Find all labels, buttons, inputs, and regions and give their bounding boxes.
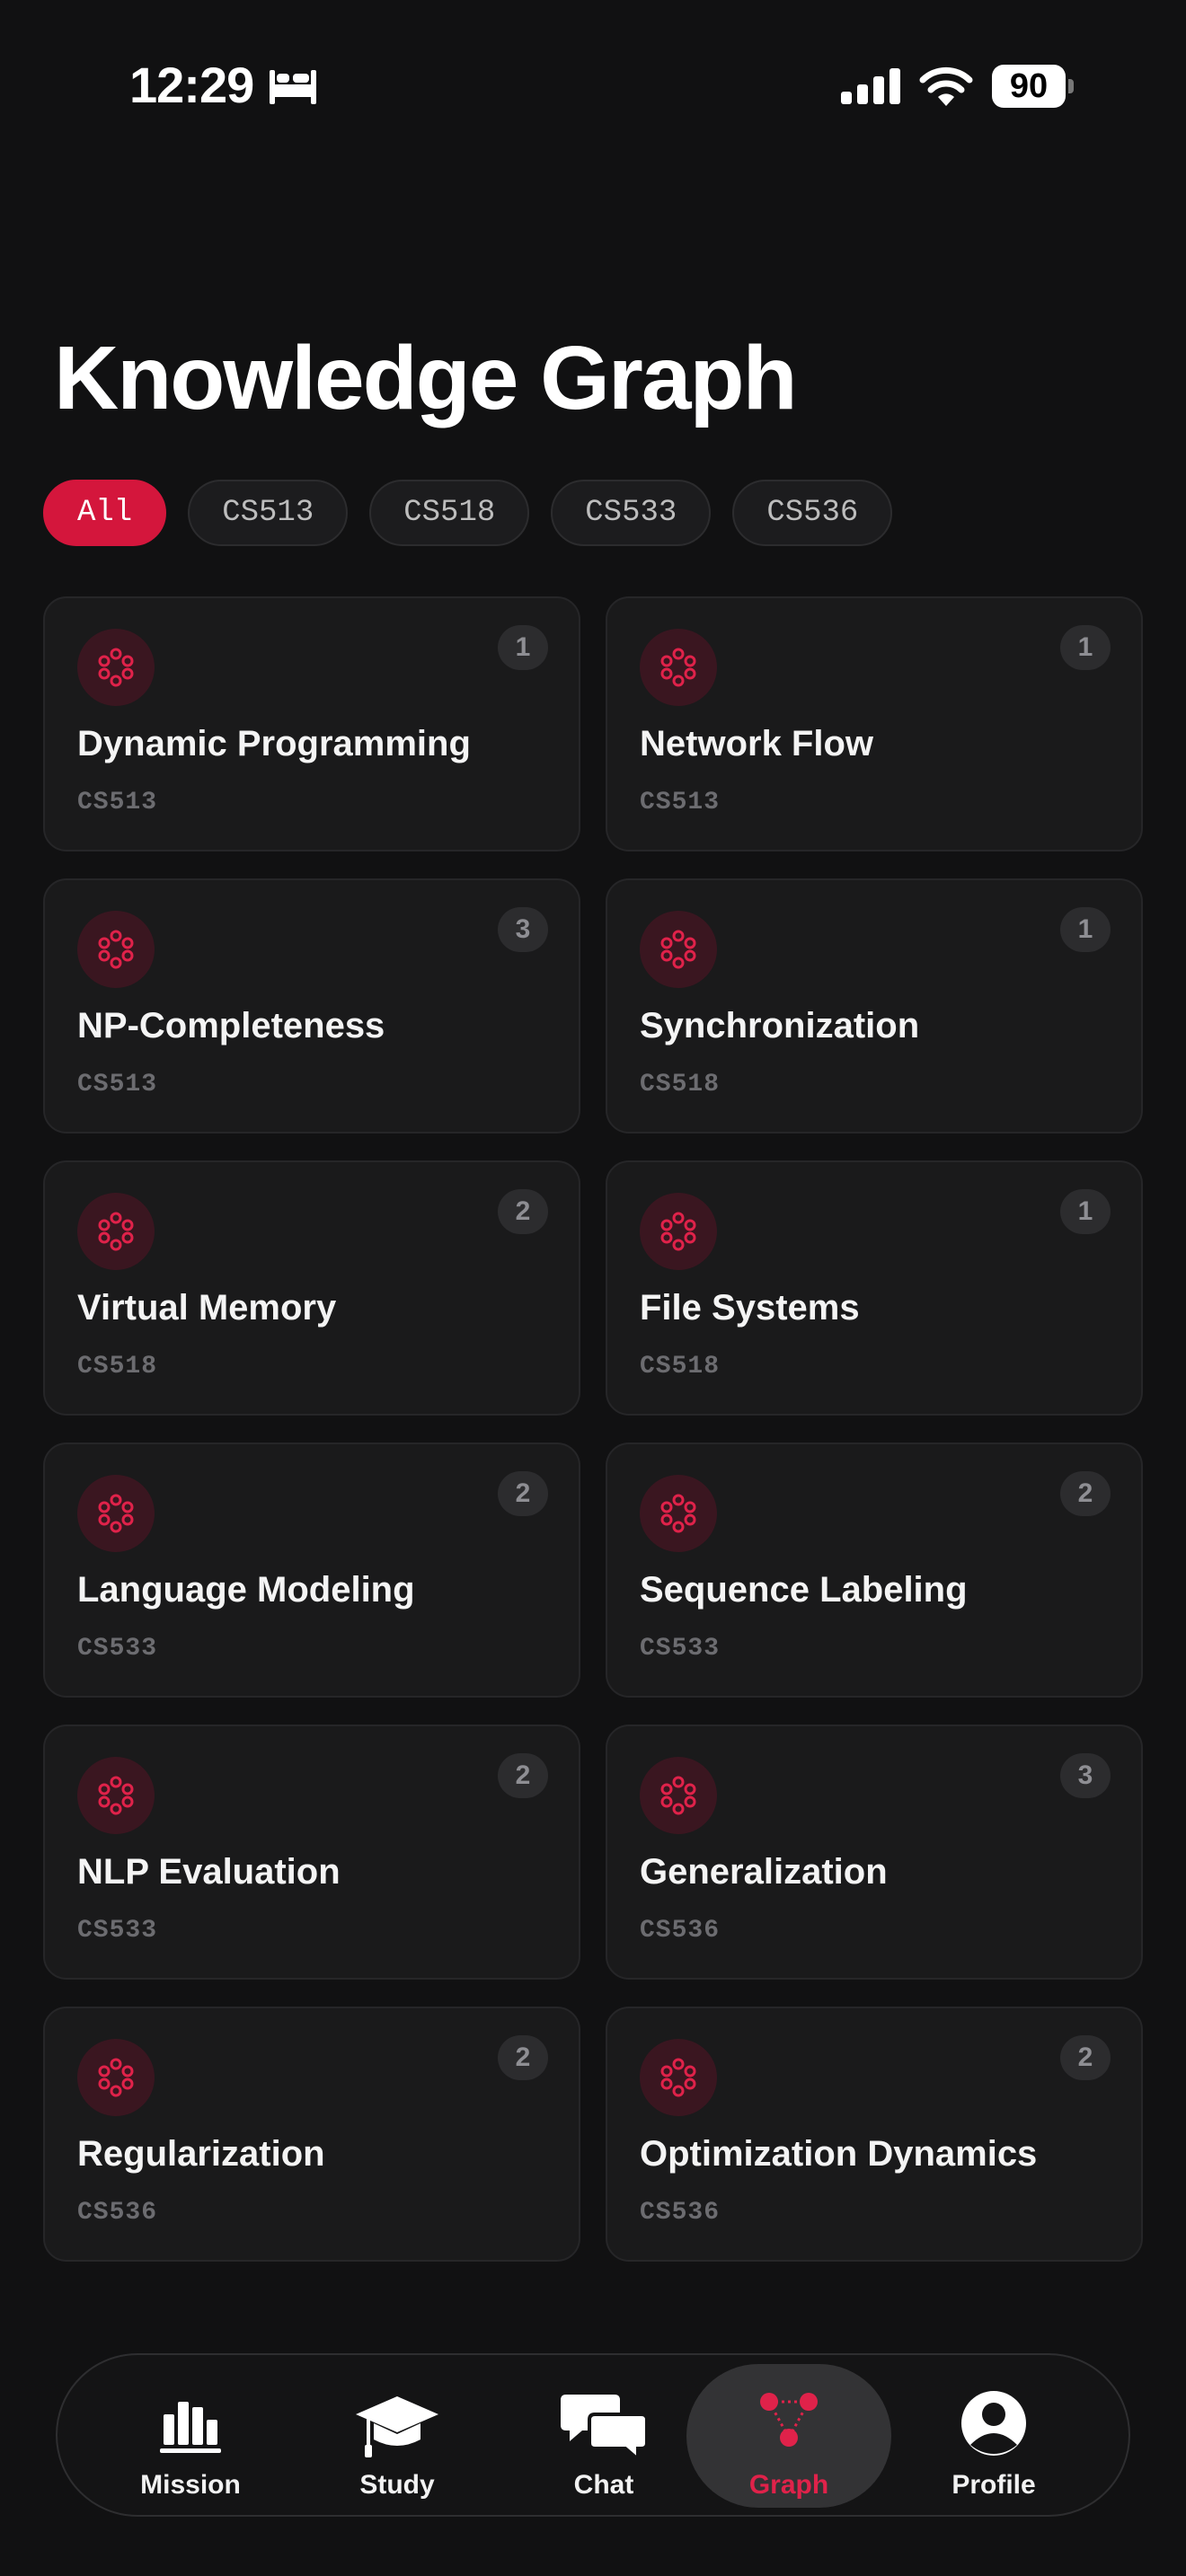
bottom-tab-bar: Mission Study Chat Graph Profile: [56, 2353, 1130, 2517]
card-title: Network Flow: [640, 724, 874, 763]
bed-icon: [270, 70, 316, 104]
card-course: CS533: [640, 1635, 721, 1663]
bar-chart-icon: [160, 2402, 221, 2453]
tab-chat[interactable]: Chat: [501, 2364, 706, 2508]
card-course: CS513: [77, 789, 158, 816]
concept-cluster-icon: [77, 629, 155, 706]
concept-cluster-icon: [77, 1475, 155, 1552]
card-count-badge: 1: [1060, 1189, 1111, 1234]
topic-card[interactable]: 2 Language Modeling CS533: [43, 1442, 580, 1698]
tab-mission[interactable]: Mission: [88, 2364, 293, 2508]
card-count-badge: 2: [498, 1189, 548, 1234]
course-filter-bar: All CS513 CS518 CS533 CS536: [43, 480, 893, 546]
topic-card[interactable]: 3 NP-Completeness CS513: [43, 878, 580, 1134]
card-title: Dynamic Programming: [77, 724, 471, 763]
page-title: Knowledge Graph: [54, 328, 798, 428]
person-circle-icon: [961, 2391, 1026, 2456]
card-title: Language Modeling: [77, 1570, 415, 1610]
concept-cluster-icon: [640, 911, 717, 988]
card-count-badge: 2: [1060, 1471, 1111, 1516]
graduation-cap-icon: [356, 2396, 438, 2457]
tab-graph[interactable]: Graph: [686, 2364, 891, 2508]
card-title: Optimization Dynamics: [640, 2134, 1038, 2174]
topic-card[interactable]: 1 File Systems CS518: [606, 1160, 1143, 1416]
topic-grid: 1 Dynamic Programming CS513 1 Network Fl…: [43, 596, 1143, 2262]
topic-card[interactable]: 2 Optimization Dynamics CS536: [606, 2007, 1143, 2262]
filter-chip-all[interactable]: All: [43, 480, 167, 546]
card-course: CS518: [640, 1353, 721, 1381]
tab-label: Mission: [140, 2470, 241, 2500]
card-count-badge: 1: [1060, 625, 1111, 670]
topic-card[interactable]: 3 Generalization CS536: [606, 1725, 1143, 1980]
tab-label: Profile: [951, 2470, 1036, 2500]
card-count-badge: 2: [498, 1471, 548, 1516]
card-count-badge: 2: [498, 1753, 548, 1798]
status-time: 12:29: [129, 57, 254, 113]
concept-cluster-icon: [640, 1193, 717, 1270]
topic-card[interactable]: 1 Network Flow CS513: [606, 596, 1143, 851]
topic-card[interactable]: 2 Regularization CS536: [43, 2007, 580, 2262]
card-course: CS533: [77, 1635, 158, 1663]
concept-cluster-icon: [77, 2039, 155, 2116]
concept-cluster-icon: [77, 1757, 155, 1834]
topic-card[interactable]: 1 Dynamic Programming CS513: [43, 596, 580, 851]
card-title: Synchronization: [640, 1006, 920, 1045]
filter-chip-cs513[interactable]: CS513: [188, 480, 349, 546]
concept-cluster-icon: [640, 1475, 717, 1552]
concept-cluster-icon: [640, 629, 717, 706]
tab-label: Study: [359, 2470, 435, 2500]
card-count-badge: 3: [498, 907, 548, 952]
topic-card[interactable]: 1 Synchronization CS518: [606, 878, 1143, 1134]
card-count-badge: 2: [498, 2035, 548, 2080]
topic-card[interactable]: 2 Sequence Labeling CS533: [606, 1442, 1143, 1698]
tab-profile[interactable]: Profile: [891, 2364, 1096, 2508]
card-course: CS536: [640, 2199, 721, 2227]
graph-nodes-icon: [760, 2393, 818, 2447]
card-course: CS518: [640, 1071, 721, 1098]
topic-card[interactable]: 2 Virtual Memory CS518: [43, 1160, 580, 1416]
card-count-badge: 1: [1060, 907, 1111, 952]
tab-label: Graph: [748, 2470, 829, 2500]
concept-cluster-icon: [77, 1193, 155, 1270]
tab-label: Chat: [573, 2470, 634, 2500]
battery-indicator: 90: [992, 65, 1074, 108]
tab-study[interactable]: Study: [295, 2364, 500, 2508]
card-title: NP-Completeness: [77, 1006, 385, 1045]
card-course: CS513: [77, 1071, 158, 1098]
card-count-badge: 3: [1060, 1753, 1111, 1798]
filter-chip-cs536[interactable]: CS536: [732, 480, 893, 546]
filter-chip-cs518[interactable]: CS518: [369, 480, 530, 546]
card-course: CS536: [77, 2199, 158, 2227]
card-course: CS513: [640, 789, 721, 816]
filter-chip-cs533[interactable]: CS533: [551, 480, 712, 546]
card-title: Generalization: [640, 1852, 888, 1892]
concept-cluster-icon: [640, 1757, 717, 1834]
card-course: CS533: [77, 1917, 158, 1945]
card-title: Sequence Labeling: [640, 1570, 968, 1610]
card-title: Virtual Memory: [77, 1288, 337, 1328]
card-count-badge: 2: [1060, 2035, 1111, 2080]
card-course: CS536: [640, 1917, 721, 1945]
status-bar: 12:29 90: [0, 0, 1186, 171]
chat-bubbles-icon: [561, 2395, 649, 2461]
card-title: Regularization: [77, 2134, 325, 2174]
card-title: File Systems: [640, 1288, 860, 1328]
concept-cluster-icon: [640, 2039, 717, 2116]
card-count-badge: 1: [498, 625, 548, 670]
wifi-icon: [919, 66, 973, 106]
card-course: CS518: [77, 1353, 158, 1381]
card-title: NLP Evaluation: [77, 1852, 341, 1892]
concept-cluster-icon: [77, 911, 155, 988]
topic-card[interactable]: 2 NLP Evaluation CS533: [43, 1725, 580, 1980]
cellular-signal-icon: [841, 68, 900, 104]
